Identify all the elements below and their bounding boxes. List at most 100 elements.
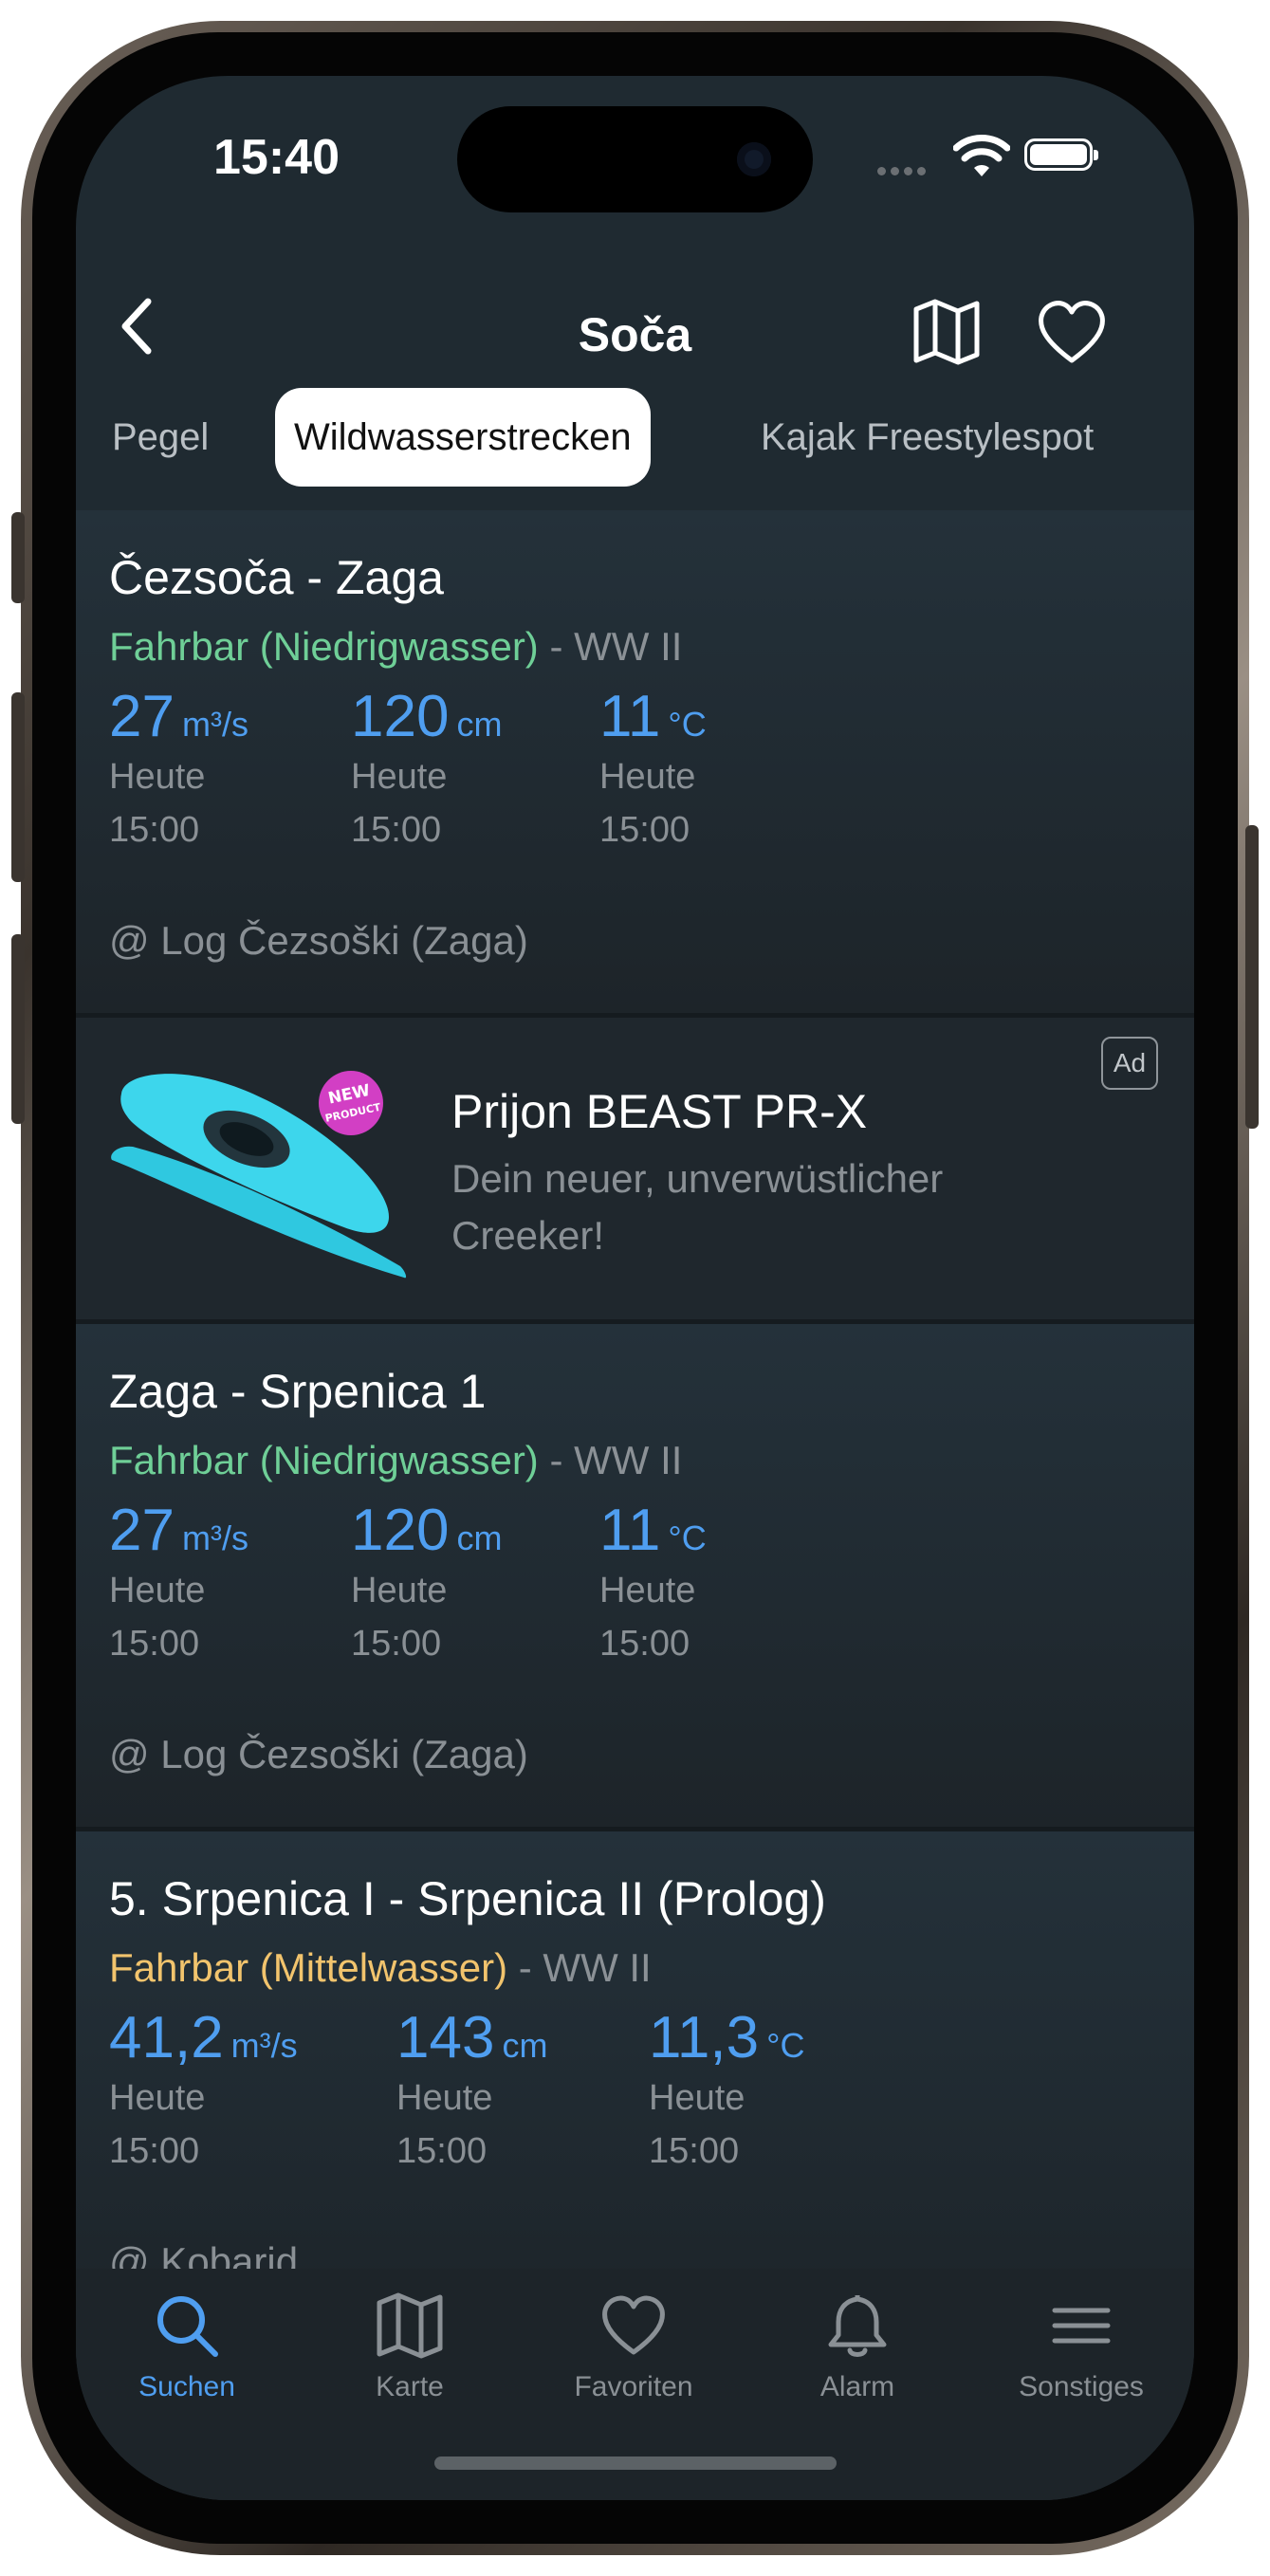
tab-bar-favoriten[interactable]: Favoriten — [539, 2290, 728, 2403]
tab-bar-label: Karte — [376, 2371, 444, 2402]
run-status: Fahrbar (Niedrigwasser) - WW II — [109, 624, 682, 670]
battery-icon — [1024, 138, 1098, 171]
search-icon — [157, 2296, 218, 2357]
tab-bar-label: Alarm — [819, 2371, 895, 2402]
level-time: 15:00 — [351, 1624, 442, 1664]
run-title: Zaga - Srpenica 1 — [109, 1365, 487, 1418]
level-time: 15:00 — [351, 810, 442, 850]
level-unit: cm — [456, 705, 503, 744]
bell-icon — [828, 2294, 887, 2357]
ad-title: Prijon BEAST PR-X — [451, 1085, 868, 1138]
flow-value: 41,2 — [109, 2005, 224, 2070]
map-icon — [377, 2292, 443, 2359]
favorite-heart-icon[interactable] — [1034, 294, 1110, 370]
flow-day: Heute — [109, 1571, 206, 1610]
temperature-metric: 11,3 °C Heute 15:00 — [649, 2004, 804, 2178]
grade-label: - WW II — [518, 1945, 652, 1990]
list-item[interactable]: 5. Srpenica I - Srpenica II (Prolog) Fah… — [76, 1831, 1194, 2272]
level-day: Heute — [351, 757, 448, 797]
cellular-signal-icon — [877, 163, 930, 180]
list-item[interactable]: Čezsoča - Zaga Fahrbar (Niedrigwasser) -… — [76, 510, 1194, 1013]
temperature-day: Heute — [649, 2078, 745, 2118]
volume-down-button — [11, 934, 25, 1124]
level-metric: 120 cm Heute 15:00 — [351, 1497, 502, 1670]
category-tabs: Pegel Wildwasserstrecken Kajak Freestyle… — [76, 384, 1194, 498]
kayak-product-image: NEW PRODUCT — [111, 1071, 407, 1279]
gauge-station: @ Kobarid — [109, 2239, 299, 2272]
flow-metric: 27 m³/s Heute 15:00 — [109, 683, 248, 856]
flow-unit: m³/s — [230, 2026, 298, 2065]
grade-label: - WW II — [549, 1438, 683, 1482]
temperature-day: Heute — [599, 1571, 696, 1610]
run-status: Fahrbar (Niedrigwasser) - WW II — [109, 1438, 682, 1483]
flow-time: 15:00 — [109, 1624, 200, 1664]
status-label: Fahrbar (Niedrigwasser) — [109, 624, 539, 669]
status-time: 15:40 — [213, 130, 340, 185]
level-day: Heute — [351, 1571, 448, 1610]
flow-day: Heute — [109, 757, 206, 797]
map-icon[interactable] — [909, 294, 985, 370]
run-title: Čezsoča - Zaga — [109, 551, 444, 604]
tab-wildwasserstrecken[interactable]: Wildwasserstrecken — [275, 388, 651, 487]
ad-badge: Ad — [1101, 1037, 1158, 1090]
run-status: Fahrbar (Mittelwasser) - WW II — [109, 1945, 652, 1991]
flow-unit: m³/s — [181, 1518, 248, 1557]
tab-bar-alarm[interactable]: Alarm — [763, 2290, 952, 2403]
tab-bar-label: Sonstiges — [1019, 2371, 1144, 2402]
menu-icon — [1052, 2308, 1111, 2344]
power-button — [1245, 825, 1259, 1129]
run-list[interactable]: Čezsoča - Zaga Fahrbar (Niedrigwasser) -… — [76, 510, 1194, 2272]
level-unit: cm — [502, 2026, 548, 2065]
volume-up-button — [11, 692, 25, 882]
flow-time: 15:00 — [109, 2131, 200, 2171]
tab-bar-suchen[interactable]: Suchen — [92, 2290, 282, 2403]
temperature-metric: 11 °C Heute 15:00 — [599, 1497, 707, 1670]
tab-bar-karte[interactable]: Karte — [315, 2290, 505, 2403]
flow-value: 27 — [109, 684, 175, 749]
temperature-time: 15:00 — [649, 2131, 740, 2171]
list-item[interactable]: Zaga - Srpenica 1 Fahrbar (Niedrigwasser… — [76, 1324, 1194, 1827]
navigation-bar: Soča — [76, 266, 1194, 379]
level-time: 15:00 — [396, 2131, 488, 2171]
temperature-day: Heute — [599, 757, 696, 797]
flow-value: 27 — [109, 1498, 175, 1563]
home-indicator[interactable] — [434, 2456, 837, 2470]
flow-unit: m³/s — [181, 705, 248, 744]
tab-bar-label: Favoriten — [574, 2371, 693, 2402]
temperature-value: 11,3 — [649, 2005, 760, 2070]
status-label: Fahrbar (Niedrigwasser) — [109, 1438, 539, 1482]
dynamic-island — [457, 106, 813, 212]
flow-day: Heute — [109, 2078, 206, 2118]
temperature-metric: 11 °C Heute 15:00 — [599, 683, 707, 856]
app-screen: 15:40 Soča Pegel Wildwasserstrecken Kaja… — [76, 76, 1194, 2500]
flow-time: 15:00 — [109, 810, 200, 850]
level-unit: cm — [456, 1518, 503, 1557]
status-bar: 15:40 — [76, 76, 1194, 228]
run-title: 5. Srpenica I - Srpenica II (Prolog) — [109, 1872, 826, 1925]
temperature-unit: °C — [766, 2026, 805, 2065]
status-label: Fahrbar (Mittelwasser) — [109, 1945, 508, 1990]
temperature-time: 15:00 — [599, 1624, 690, 1664]
temperature-value: 11 — [599, 1498, 661, 1563]
gauge-station: @ Log Čezsoški (Zaga) — [109, 1732, 528, 1776]
tab-pegel[interactable]: Pegel — [112, 388, 209, 487]
ad-description: Dein neuer, unverwüstlicher Creeker! — [451, 1156, 944, 1258]
tab-bar-sonstiges[interactable]: Sonstiges — [986, 2290, 1176, 2403]
grade-label: - WW II — [549, 624, 683, 669]
flow-metric: 27 m³/s Heute 15:00 — [109, 1497, 248, 1670]
page-title: Soča — [578, 308, 692, 361]
level-value: 120 — [351, 1498, 450, 1563]
level-value: 143 — [396, 2005, 495, 2070]
temperature-unit: °C — [668, 705, 707, 744]
mute-switch — [11, 512, 25, 603]
tab-bar-label: Suchen — [138, 2371, 235, 2402]
front-camera — [737, 142, 771, 176]
tab-kajak-freestylespot[interactable]: Kajak Freestylespot — [761, 388, 1094, 487]
ad-banner[interactable]: NEW PRODUCT Ad Prijon BEAST PR-X Dein ne… — [76, 1018, 1194, 1319]
temperature-unit: °C — [668, 1518, 707, 1557]
level-metric: 143 cm Heute 15:00 — [396, 2004, 547, 2178]
wifi-icon — [953, 135, 1010, 176]
temperature-value: 11 — [599, 684, 661, 749]
gauge-station: @ Log Čezsoški (Zaga) — [109, 918, 528, 963]
level-metric: 120 cm Heute 15:00 — [351, 683, 502, 856]
